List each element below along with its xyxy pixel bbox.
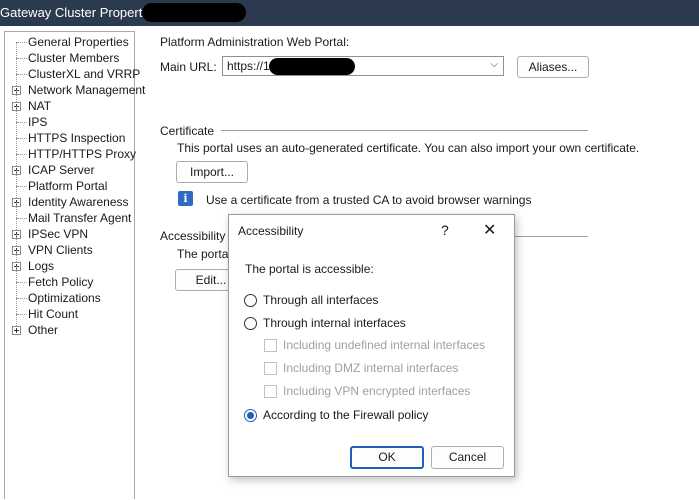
dialog-title: Accessibility: [238, 224, 304, 238]
tree-item-platform-portal[interactable]: Platform Portal: [5, 170, 135, 194]
option-internal-interfaces-label[interactable]: Through internal interfaces: [263, 316, 406, 330]
tree-item-logs[interactable]: Logs: [5, 250, 135, 274]
option-firewall-policy-label[interactable]: According to the Firewall policy: [263, 408, 428, 422]
window-titlebar: Gateway Cluster Properties: [0, 0, 699, 26]
aliases-button[interactable]: Aliases...: [517, 56, 589, 78]
portal-heading: Platform Administration Web Portal:: [160, 35, 350, 49]
tree-item-vpn-clients[interactable]: VPN Clients: [5, 234, 135, 258]
suboption-vpn-encrypted-label: Including VPN encrypted interfaces: [283, 384, 471, 398]
redaction-mark: [269, 58, 355, 75]
accessibility-heading: Accessibility: [160, 229, 226, 243]
accessibility-dialog: Accessibility ? ✕ The portal is accessib…: [228, 214, 515, 477]
certificate-heading: Certificate: [160, 124, 215, 138]
tree-item-network-management[interactable]: Network Management: [5, 74, 145, 98]
accessibility-divider: [515, 236, 588, 237]
tree-item-mail-transfer-agent[interactable]: Mail Transfer Agent: [5, 202, 135, 226]
tree-item-https-inspection[interactable]: HTTPS Inspection: [5, 122, 135, 146]
radio-firewall-policy[interactable]: [244, 409, 257, 422]
option-all-interfaces-label[interactable]: Through all interfaces: [263, 293, 378, 307]
navigation-tree: General Properties Cluster Members Clust…: [4, 31, 145, 499]
help-icon[interactable]: ?: [441, 222, 449, 238]
tree-item-ips[interactable]: IPS: [5, 106, 135, 130]
tree-item-clusterxl-vrrp[interactable]: ClusterXL and VRRP: [5, 58, 140, 82]
checkbox-vpn-encrypted[interactable]: [264, 385, 277, 398]
tree-item-identity-awareness[interactable]: Identity Awareness: [5, 186, 135, 210]
certificate-divider: [221, 130, 588, 131]
radio-all-interfaces[interactable]: [244, 294, 257, 307]
tree-item-fetch-policy[interactable]: Fetch Policy: [5, 266, 135, 290]
tree-item-ipsec-vpn[interactable]: IPSec VPN: [5, 218, 135, 242]
tree-item-optimizations[interactable]: Optimizations: [5, 282, 135, 306]
certificate-text: This portal uses an auto-generated certi…: [177, 141, 640, 155]
tree-item-general-properties[interactable]: General Properties: [5, 34, 135, 50]
dialog-prompt: The portal is accessible:: [245, 262, 374, 276]
redaction-mark: [142, 3, 246, 22]
main-url-label: Main URL:: [160, 60, 217, 74]
import-button[interactable]: Import...: [176, 161, 248, 183]
close-icon[interactable]: ✕: [483, 220, 496, 240]
radio-internal-interfaces[interactable]: [244, 317, 257, 330]
ok-button[interactable]: OK: [350, 446, 424, 469]
tree-item-http-https-proxy[interactable]: HTTP/HTTPS Proxy: [5, 138, 136, 162]
tree-item-hit-count[interactable]: Hit Count: [5, 298, 135, 322]
suboption-undefined-internal-label: Including undefined internal interfaces: [283, 338, 486, 352]
chevron-down-icon[interactable]: ⌵: [490, 59, 498, 70]
cancel-button[interactable]: Cancel: [431, 446, 504, 469]
tree-item-icap-server[interactable]: ICAP Server: [5, 154, 135, 178]
suboption-dmz-internal-label: Including DMZ internal interfaces: [283, 361, 459, 375]
tree-item-nat[interactable]: NAT: [5, 90, 135, 114]
tree-item-cluster-members[interactable]: Cluster Members: [5, 42, 135, 66]
info-icon: i: [178, 191, 193, 206]
checkbox-dmz-internal[interactable]: [264, 362, 277, 375]
expand-plus-icon[interactable]: [12, 326, 21, 335]
window-title: Gateway Cluster Properties: [0, 5, 159, 20]
info-text: Use a certificate from a trusted CA to a…: [206, 193, 532, 207]
main-url-combobox[interactable]: https://10 ⌵: [222, 56, 504, 76]
tree-item-other[interactable]: Other: [5, 314, 135, 338]
checkbox-undefined-internal[interactable]: [264, 339, 277, 352]
